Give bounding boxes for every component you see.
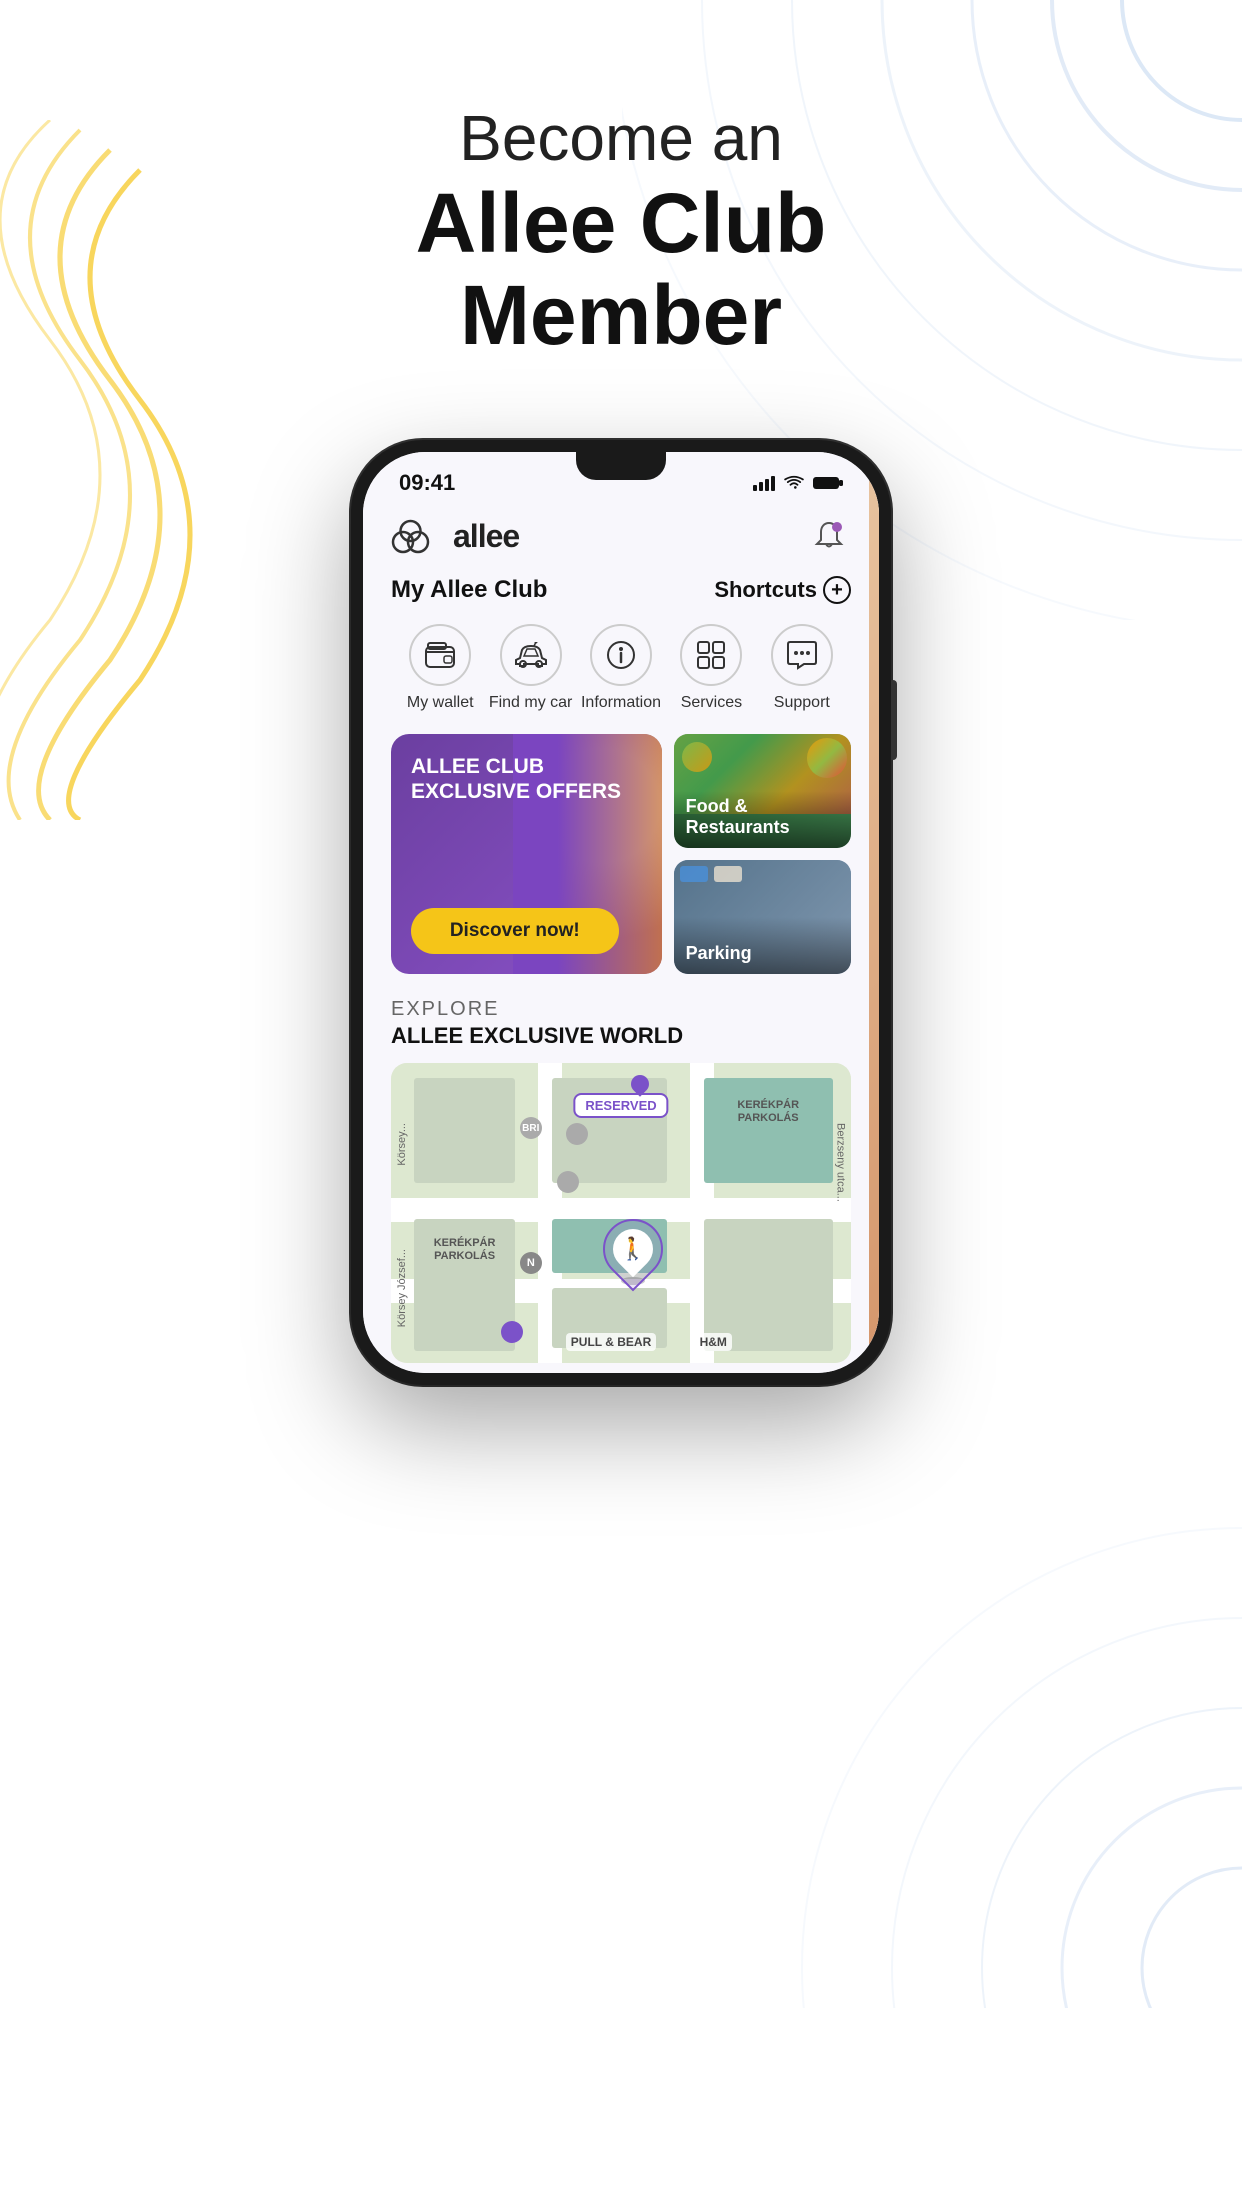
hero-line2: Allee Club [0, 177, 1242, 269]
info-icon-container [590, 624, 652, 686]
services-icon-container [680, 624, 742, 686]
reserved-label: RESERVED [573, 1093, 668, 1118]
street-label-left: Körsey... [396, 1123, 408, 1166]
status-bar: 09:41 [363, 452, 879, 504]
info-label: Information [581, 694, 661, 712]
info-icon [606, 640, 636, 670]
quick-action-support[interactable]: Support [757, 624, 847, 712]
map-container[interactable]: KERÉKPÁRPARKOLÁS KERÉKPÁRPARKOLÁS PULL &… [391, 1063, 851, 1363]
car-icon [514, 642, 548, 668]
quick-action-info[interactable]: Information [576, 624, 666, 712]
explore-sublabel: ALLEE EXCLUSIVE WORLD [391, 1023, 851, 1049]
store-label-hm: H&M [695, 1333, 732, 1351]
map-building-3 [704, 1078, 833, 1183]
promo-text: ALLEE CLUB EXCLUSIVE OFFERS [411, 754, 642, 804]
explore-section: EXPLORE ALLEE EXCLUSIVE WORLD [391, 998, 851, 1373]
grid-icon [696, 640, 726, 670]
promo-main-card[interactable]: ALLEE CLUB EXCLUSIVE OFFERS Discover now… [391, 734, 662, 974]
map-pin-purple-bottom [501, 1321, 523, 1343]
street-label-right: Berzseny utca... [834, 1123, 846, 1202]
car-icon-container [500, 624, 562, 686]
map-pin-bri: BRI [520, 1117, 542, 1139]
promo-title: ALLEE CLUB EXCLUSIVE OFFERS [411, 754, 642, 804]
parking-label-1: KERÉKPÁRPARKOLÁS [414, 1237, 515, 1263]
battery-icon [813, 475, 843, 491]
food-card-label: Food &Restaurants [686, 796, 790, 838]
allee-logo-icon [391, 518, 443, 554]
wallet-icon [425, 642, 455, 668]
map-building-7 [704, 1219, 833, 1351]
section-title: My Allee Club [391, 576, 547, 604]
promo-section: ALLEE CLUB EXCLUSIVE OFFERS Discover now… [391, 734, 851, 974]
explore-text: EXCLUSIVE WORLD [463, 1023, 683, 1048]
notification-button[interactable] [807, 514, 851, 558]
quick-action-services[interactable]: Services [666, 624, 756, 712]
wifi-icon [783, 475, 805, 491]
promo-partial-card [869, 452, 879, 1373]
hero-line3: Member [0, 269, 1242, 361]
user-location-pin: 🚶 [603, 1219, 663, 1285]
services-label: Services [681, 694, 742, 712]
parking-label-2: KERÉKPÁRPARKOLÁS [704, 1099, 833, 1125]
map-background: KERÉKPÁRPARKOLÁS KERÉKPÁRPARKOLÁS PULL &… [391, 1063, 851, 1363]
promo-side-cards: Food &Restaurants Parking [674, 734, 851, 974]
map-pin-n: N [520, 1252, 542, 1274]
quick-actions-bar: My wallet [391, 624, 851, 712]
parking-card[interactable]: Parking [674, 860, 851, 974]
phone-mockup: 09:41 [351, 440, 891, 1385]
explore-brand: ALLEE [391, 1023, 463, 1048]
map-building-1 [414, 1078, 515, 1183]
shortcuts-plus-icon: + [823, 576, 851, 604]
signal-icon [753, 475, 775, 491]
hero-line1: Become an [0, 100, 1242, 177]
quick-action-findcar[interactable]: Find my car [485, 624, 575, 712]
quick-action-wallet[interactable]: My wallet [395, 624, 485, 712]
section-header: My Allee Club Shortcuts + [391, 576, 851, 604]
bell-icon [814, 520, 844, 552]
hero-section: Become an Allee Club Member [0, 100, 1242, 362]
shortcuts-button[interactable]: Shortcuts + [714, 576, 851, 604]
app-topbar: allee [391, 504, 851, 576]
phone-screen: 09:41 [363, 452, 879, 1373]
support-icon-container [771, 624, 833, 686]
phone-frame: 09:41 [351, 440, 891, 1385]
food-restaurants-card[interactable]: Food &Restaurants [674, 734, 851, 848]
map-pin-gray-2 [557, 1171, 579, 1193]
app-content: allee My Allee Club Shortcuts [363, 504, 879, 1373]
shortcuts-label: Shortcuts [714, 577, 817, 603]
discover-now-button[interactable]: Discover now! [411, 908, 619, 954]
logo-text: allee [453, 518, 519, 555]
store-label-pullbear: PULL & BEAR [566, 1333, 656, 1351]
status-time: 09:41 [399, 470, 455, 496]
wallet-icon-container [409, 624, 471, 686]
wallet-label: My wallet [407, 694, 474, 712]
street-label-left-2: Körsey József... [396, 1249, 408, 1327]
app-logo: allee [391, 518, 519, 555]
status-icons [753, 475, 843, 491]
notch [576, 452, 666, 480]
explore-label: EXPLORE [391, 998, 851, 1021]
parking-card-label: Parking [686, 943, 752, 964]
map-pin-gray-1 [566, 1123, 588, 1145]
chat-icon [786, 640, 818, 670]
support-label: Support [774, 694, 830, 712]
findcar-label: Find my car [489, 694, 573, 712]
